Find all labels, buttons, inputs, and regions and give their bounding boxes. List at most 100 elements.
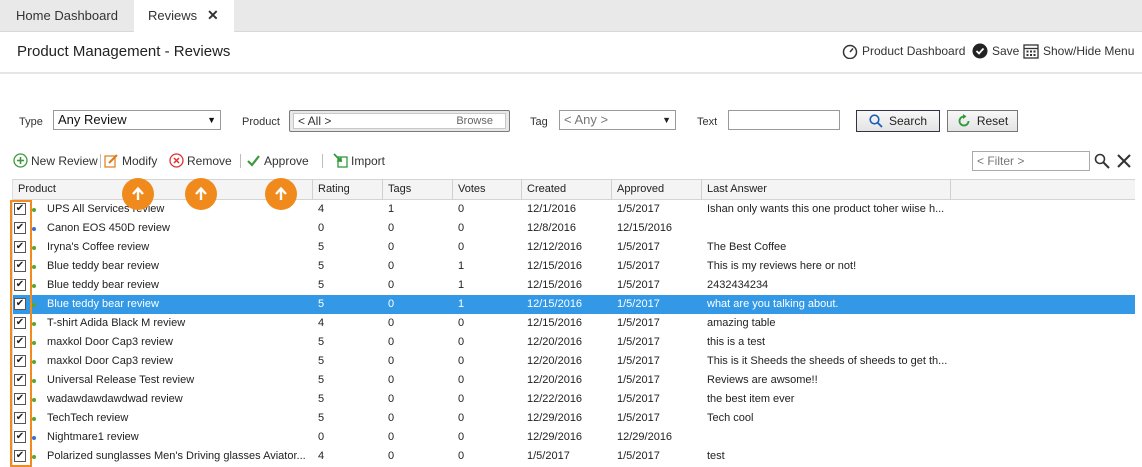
checkbox-column-highlight (10, 200, 32, 467)
reset-button[interactable]: Reset (947, 110, 1018, 132)
status-dot-icon (32, 398, 36, 402)
save-button[interactable]: Save (972, 43, 1019, 59)
cell-rating: 5 (318, 374, 325, 386)
cell-rating: 5 (318, 393, 325, 405)
table-row[interactable]: ✔ Canon EOS 450D review 0 0 0 12/8/2016 12/15/… (13, 219, 1135, 238)
table-row[interactable]: ✔ maxkol Door Cap3 review 5 0 0 12/20/2016 1/5… (13, 333, 1135, 352)
cell-tags: 0 (388, 317, 395, 329)
reset-arrow-icon (958, 114, 970, 127)
search-button[interactable]: Search (856, 110, 940, 132)
cell-product: TechTech review (47, 412, 129, 424)
product-dashboard-label: Product Dashboard (862, 44, 966, 58)
column-header-votes[interactable]: Votes (453, 180, 522, 199)
tag-select[interactable]: < Any > ▼ (559, 110, 676, 130)
table-row[interactable]: ✔ T-shirt Adida Black M review 4 0 0 12/15/20… (13, 314, 1135, 333)
table-row[interactable]: ✔ TechTech review 5 0 0 12/29/2016 1/5/2017 Tec… (13, 409, 1135, 428)
tab-label: Home Dashboard (16, 8, 118, 23)
import-button[interactable]: Import (333, 153, 385, 168)
column-header-created[interactable]: Created (522, 180, 612, 199)
cell-last-answer: This is it Sheeds the sheeds of sheeds t… (707, 355, 948, 367)
show-hide-menu-button[interactable]: Show/Hide Menu (1023, 43, 1134, 59)
cell-rating: 4 (318, 317, 325, 329)
toolbar-divider (322, 154, 323, 168)
column-header-rating[interactable]: Rating (313, 180, 383, 199)
cell-tags: 0 (388, 241, 395, 253)
product-selector[interactable]: < All > Browse (289, 110, 510, 132)
cell-created: 12/15/2016 (527, 298, 583, 310)
grid-filter-input[interactable]: < Filter > (972, 151, 1090, 171)
type-select-value: Any Review (58, 112, 127, 127)
status-dot-icon (32, 417, 36, 421)
table-row[interactable]: ✔ Blue teddy bear review 5 0 1 12/15/2016 1/5/… (13, 257, 1135, 276)
cell-approved: 12/29/2016 (617, 431, 673, 443)
checkmark-icon (247, 155, 260, 167)
cell-rating: 5 (318, 336, 325, 348)
cell-last-answer: this is a test (707, 336, 766, 348)
cell-approved: 12/15/2016 (617, 222, 673, 234)
browse-button[interactable]: Browse (456, 114, 493, 128)
cell-created: 12/20/2016 (527, 355, 583, 367)
product-value: < All > (298, 114, 332, 128)
cell-tags: 0 (388, 222, 395, 234)
clear-filter-icon[interactable] (1117, 154, 1131, 168)
table-row[interactable]: ✔ UPS All Services review 4 1 0 12/1/2016 1/5/… (13, 200, 1135, 219)
up-arrow-badge (185, 178, 217, 210)
calendar-icon (1023, 44, 1039, 59)
cell-rating: 5 (318, 260, 325, 272)
table-row[interactable]: ✔ Blue teddy bear review 5 0 1 12/15/2016 1/5/… (13, 295, 1135, 314)
cell-product: Polarized sunglasses Men's Driving glass… (47, 450, 306, 462)
table-row[interactable]: ✔ maxkol Door Cap3 review 5 0 0 12/20/2016 1/5… (13, 352, 1135, 371)
search-icon[interactable] (1094, 153, 1110, 169)
cell-rating: 5 (318, 298, 325, 310)
status-dot-icon (32, 303, 36, 307)
status-dot-icon (32, 246, 36, 250)
new-review-button[interactable]: New Review (13, 153, 98, 168)
tab-home-dashboard[interactable]: Home Dashboard (0, 0, 134, 31)
cell-approved: 1/5/2017 (617, 393, 660, 405)
show-hide-menu-label: Show/Hide Menu (1043, 44, 1135, 58)
search-icon (869, 114, 883, 128)
type-select[interactable]: Any Review ▼ (53, 110, 221, 130)
cell-approved: 1/5/2017 (617, 412, 660, 424)
cell-tags: 1 (388, 203, 395, 215)
status-dot-icon (32, 322, 36, 326)
cell-created: 12/1/2016 (527, 203, 576, 215)
cell-created: 12/12/2016 (527, 241, 583, 253)
table-row[interactable]: ✔ Nightmare1 review 0 0 0 12/29/2016 12/29/201… (13, 428, 1135, 447)
table-row[interactable]: ✔ Blue teddy bear review 5 0 1 12/15/2016 1/5/… (13, 276, 1135, 295)
column-header-tags[interactable]: Tags (383, 180, 453, 199)
cell-last-answer: This is my reviews here or not! (707, 260, 857, 272)
tab-reviews[interactable]: Reviews ✕ (134, 0, 234, 32)
cell-votes: 1 (458, 260, 465, 272)
table-row[interactable]: ✔ Iryna's Coffee review 5 0 0 12/12/2016 1/5/2… (13, 238, 1135, 257)
arrow-up-icon (275, 186, 287, 200)
cell-approved: 1/5/2017 (617, 279, 660, 291)
table-row[interactable]: ✔ Universal Release Test review 5 0 0 12/20/2… (13, 371, 1135, 390)
text-input[interactable] (728, 110, 840, 130)
search-label: Search (888, 114, 928, 128)
cell-approved: 1/5/2017 (617, 203, 660, 215)
status-dot-icon (32, 265, 36, 269)
table-row[interactable]: ✔ Polarized sunglasses Men's Driving glas… (13, 447, 1135, 466)
cell-product: Universal Release Test review (47, 374, 195, 386)
product-label: Product (242, 116, 280, 128)
approve-button[interactable]: Approve (246, 153, 309, 168)
edit-pencil-icon (104, 154, 118, 168)
cell-approved: 1/5/2017 (617, 355, 660, 367)
cell-created: 12/15/2016 (527, 279, 583, 291)
cell-created: 12/8/2016 (527, 222, 576, 234)
remove-button[interactable]: Remove (169, 153, 232, 168)
cell-last-answer: test (707, 450, 725, 462)
product-field[interactable]: < All > Browse (293, 113, 506, 129)
cell-rating: 4 (318, 203, 325, 215)
add-circle-icon (13, 153, 28, 168)
table-row[interactable]: ✔ wadawdawdawdwad review 5 0 0 12/22/2016 1/5/… (13, 390, 1135, 409)
column-header-last-answer[interactable]: Last Answer (702, 180, 951, 199)
cell-product: Nightmare1 review (47, 431, 139, 443)
modify-button[interactable]: Modify (104, 153, 157, 168)
product-dashboard-button[interactable]: Product Dashboard (842, 43, 965, 59)
close-icon[interactable]: ✕ (207, 0, 219, 31)
cell-tags: 0 (388, 336, 395, 348)
column-header-approved[interactable]: Approved (612, 180, 702, 199)
cell-last-answer: the best item ever (707, 393, 795, 405)
